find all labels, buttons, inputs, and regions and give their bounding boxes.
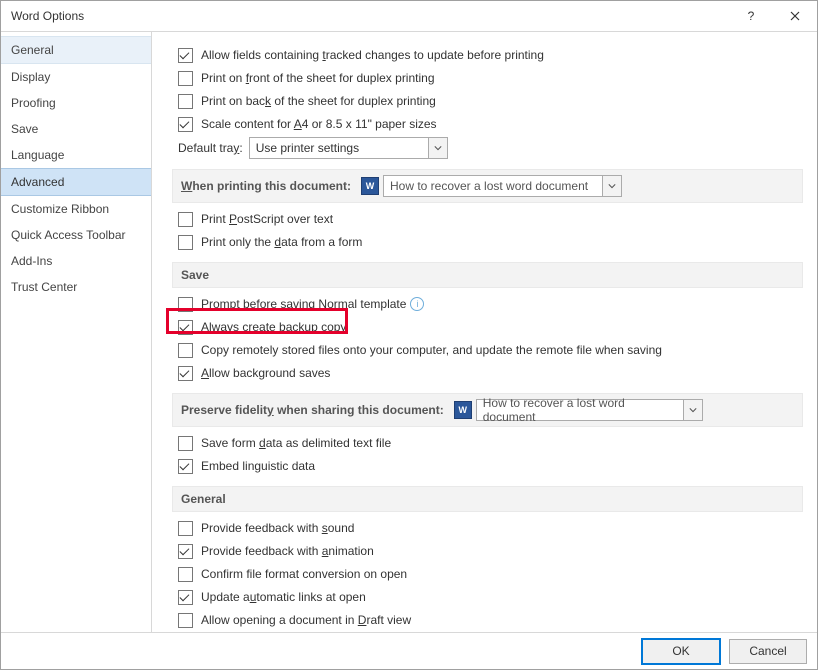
- checkbox[interactable]: [178, 613, 193, 628]
- opt-label: Provide feedback with animation: [201, 544, 374, 558]
- checkbox[interactable]: [178, 521, 193, 536]
- word-options-dialog: Word Options ? General Display Proofing …: [0, 0, 818, 670]
- opt-print-data-only[interactable]: Print only the data from a form: [178, 232, 803, 252]
- sidebar-item-language[interactable]: Language: [1, 142, 151, 168]
- opt-save-form-data[interactable]: Save form data as delimited text file: [178, 433, 803, 453]
- sidebar-item-advanced[interactable]: Advanced: [1, 168, 151, 196]
- opt-confirm-file-format[interactable]: Confirm file format conversion on open: [178, 564, 803, 584]
- opt-update-auto-links[interactable]: Update automatic links at open: [178, 587, 803, 607]
- opt-prompt-normal[interactable]: Prompt before saving Normal template i: [178, 294, 803, 314]
- checkbox[interactable]: [178, 544, 193, 559]
- opt-label: Print on back of the sheet for duplex pr…: [201, 94, 436, 108]
- checkbox[interactable]: [178, 567, 193, 582]
- close-button[interactable]: [773, 1, 817, 31]
- opt-postscript[interactable]: Print PostScript over text: [178, 209, 803, 229]
- sidebar-item-display[interactable]: Display: [1, 64, 151, 90]
- checkbox[interactable]: [178, 436, 193, 451]
- cancel-button[interactable]: Cancel: [729, 639, 807, 664]
- section-general: General: [172, 486, 803, 512]
- opt-allow-bg-saves[interactable]: Allow background saves: [178, 363, 803, 383]
- ok-button[interactable]: OK: [641, 638, 721, 665]
- info-icon[interactable]: i: [410, 297, 424, 311]
- opt-label: Print only the data from a form: [201, 235, 362, 249]
- checkbox[interactable]: [178, 48, 193, 63]
- opt-label: Confirm file format conversion on open: [201, 567, 407, 581]
- opt-open-draft[interactable]: Allow opening a document in Draft view: [178, 610, 803, 630]
- sidebar-item-trust-center[interactable]: Trust Center: [1, 274, 151, 300]
- opt-label: Allow opening a document in Draft view: [201, 613, 411, 627]
- opt-print-back[interactable]: Print on back of the sheet for duplex pr…: [178, 91, 803, 111]
- checkbox[interactable]: [178, 235, 193, 250]
- opt-label: Copy remotely stored files onto your com…: [201, 343, 662, 357]
- word-doc-icon: W: [361, 177, 379, 195]
- help-icon: ?: [748, 9, 755, 23]
- dialog-title: Word Options: [11, 9, 729, 23]
- opt-label: Prompt before saving Normal template: [201, 297, 406, 311]
- opt-label: Embed linguistic data: [201, 459, 315, 473]
- default-tray-row: Default tray: Use printer settings: [178, 137, 803, 159]
- dialog-body: General Display Proofing Save Language A…: [1, 32, 817, 632]
- checkbox[interactable]: [178, 459, 193, 474]
- content-wrap: Allow fields containing tracked changes …: [152, 32, 817, 632]
- checkbox[interactable]: [178, 343, 193, 358]
- opt-embed-linguistic[interactable]: Embed linguistic data: [178, 456, 803, 476]
- opt-feedback-animation[interactable]: Provide feedback with animation: [178, 541, 803, 561]
- opt-label: Allow fields containing tracked changes …: [201, 48, 544, 62]
- sidebar-item-general[interactable]: General: [1, 36, 151, 64]
- checkbox[interactable]: [178, 71, 193, 86]
- section-preserve-fidelity: Preserve fidelity when sharing this docu…: [172, 393, 803, 427]
- opt-copy-remote[interactable]: Copy remotely stored files onto your com…: [178, 340, 803, 360]
- sidebar-item-save[interactable]: Save: [1, 116, 151, 142]
- checkbox[interactable]: [178, 320, 193, 335]
- sidebar: General Display Proofing Save Language A…: [1, 32, 152, 632]
- word-doc-icon: W: [454, 401, 472, 419]
- default-tray-select[interactable]: Use printer settings: [249, 137, 448, 159]
- opt-print-front[interactable]: Print on front of the sheet for duplex p…: [178, 68, 803, 88]
- opt-label: Always create backup copy: [201, 320, 346, 334]
- opt-label: Save form data as delimited text file: [201, 436, 391, 450]
- opt-label: Scale content for A4 or 8.5 x 11" paper …: [201, 117, 437, 131]
- opt-label: Print PostScript over text: [201, 212, 333, 226]
- fidelity-doc-select[interactable]: How to recover a lost word document: [476, 399, 703, 421]
- sidebar-item-addins[interactable]: Add-Ins: [1, 248, 151, 274]
- content-scroll[interactable]: Allow fields containing tracked changes …: [152, 32, 817, 632]
- chevron-down-icon: [683, 400, 702, 420]
- close-icon: [790, 11, 800, 21]
- opt-label: Provide feedback with sound: [201, 521, 354, 535]
- checkbox[interactable]: [178, 94, 193, 109]
- checkbox[interactable]: [178, 297, 193, 312]
- checkbox[interactable]: [178, 212, 193, 227]
- when-printing-doc-select[interactable]: How to recover a lost word document: [383, 175, 622, 197]
- default-tray-label: Default tray:: [178, 141, 243, 155]
- opt-backup-copy[interactable]: Always create backup copy: [178, 317, 803, 337]
- opt-label: Print on front of the sheet for duplex p…: [201, 71, 435, 85]
- checkbox[interactable]: [178, 366, 193, 381]
- opt-label: Update automatic links at open: [201, 590, 366, 604]
- sidebar-item-proofing[interactable]: Proofing: [1, 90, 151, 116]
- section-save: Save: [172, 262, 803, 288]
- opt-scale-a4[interactable]: Scale content for A4 or 8.5 x 11" paper …: [178, 114, 803, 134]
- help-button[interactable]: ?: [729, 1, 773, 31]
- section-when-printing: When printing this document: W How to re…: [172, 169, 803, 203]
- sidebar-item-customize-ribbon[interactable]: Customize Ribbon: [1, 196, 151, 222]
- chevron-down-icon: [428, 138, 447, 158]
- chevron-down-icon: [602, 176, 621, 196]
- sidebar-item-quick-access[interactable]: Quick Access Toolbar: [1, 222, 151, 248]
- footer: OK Cancel: [1, 632, 817, 669]
- titlebar: Word Options ?: [1, 1, 817, 32]
- opt-feedback-sound[interactable]: Provide feedback with sound: [178, 518, 803, 538]
- checkbox[interactable]: [178, 590, 193, 605]
- opt-tracked-changes[interactable]: Allow fields containing tracked changes …: [178, 45, 803, 65]
- opt-label: Allow background saves: [201, 366, 330, 380]
- checkbox[interactable]: [178, 117, 193, 132]
